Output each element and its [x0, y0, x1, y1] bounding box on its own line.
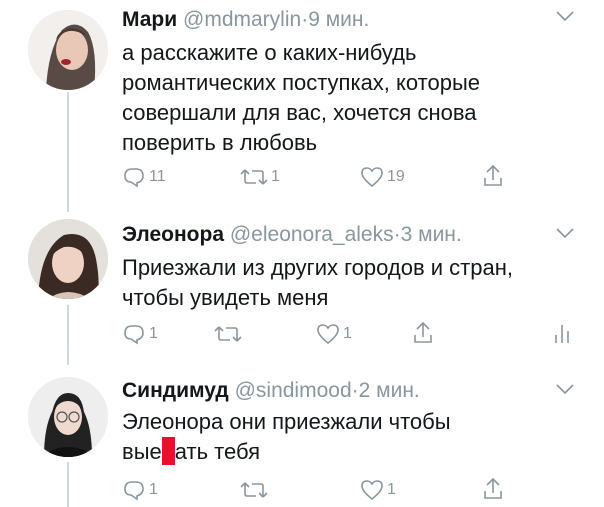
chevron-down-icon[interactable] [554, 8, 576, 24]
tweet-text-line: Элеонора они приезжали чтобы [122, 409, 451, 434]
like-button[interactable]: 1 [316, 323, 352, 345]
reply-count: 1 [149, 481, 158, 498]
like-icon [361, 167, 383, 188]
share-icon [484, 477, 502, 499]
timestamp[interactable]: 3 мин. [401, 223, 462, 246]
tweet-text-line-redacted: вые ать тебя [122, 437, 260, 467]
like-icon [317, 324, 339, 345]
retweet-icon [240, 482, 268, 498]
reply-count: 1 [149, 325, 158, 342]
tweet-text-line: совершали для вас, хочется снова [122, 100, 477, 125]
tweet-header: Элеонора @eleonora_aleks·3 мин. [122, 223, 462, 247]
reply-icon [124, 481, 144, 501]
author-handle[interactable]: @sindimood [235, 379, 352, 402]
tweet-header: Синдимуд @sindimood·2 мин. [122, 379, 420, 403]
reply-button[interactable]: 1 [122, 323, 158, 345]
separator-dot: · [393, 223, 401, 246]
like-button[interactable]: 1 [360, 479, 396, 501]
share-button[interactable] [412, 321, 434, 345]
analytics-icon [555, 325, 569, 343]
reply-icon [124, 168, 144, 188]
text-after-redaction: ать тебя [174, 439, 260, 464]
timestamp[interactable]: 2 мин. [359, 379, 420, 402]
share-icon [484, 164, 502, 186]
chevron-down-icon[interactable] [554, 225, 576, 241]
tweet[interactable]: Синдимуд @sindimood·2 мин. Элеонора они … [0, 363, 604, 507]
tweet-text-line: а расскажите о каких-нибудь [122, 40, 417, 65]
share-icon [414, 321, 432, 343]
author-handle[interactable]: @eleonora_aleks [230, 223, 394, 246]
tweet[interactable]: Мари @mdmarylin·9 мин. а расскажите о ка… [0, 0, 604, 205]
tweet-text-line: романтических поступках, которые [122, 70, 480, 95]
avatar[interactable] [28, 219, 108, 299]
like-count: 1 [387, 481, 396, 498]
separator-dot: · [351, 379, 359, 402]
tweet[interactable]: Элеонора @eleonora_aleks·3 мин. Приезжал… [0, 205, 604, 363]
like-button[interactable]: 19 [360, 166, 405, 188]
tweet-text-line: поверить в любовь [122, 130, 318, 155]
analytics-button[interactable] [552, 321, 572, 345]
author-name[interactable]: Синдимуд [122, 379, 229, 402]
reply-icon [124, 325, 144, 345]
like-icon [361, 480, 383, 501]
share-button[interactable] [482, 164, 504, 188]
author-handle[interactable]: @mdmarylin [183, 8, 301, 31]
chevron-down-icon[interactable] [554, 381, 576, 397]
author-name[interactable]: Мари [122, 8, 177, 31]
retweet-count: 1 [271, 168, 280, 185]
retweet-button[interactable] [214, 323, 245, 345]
reply-button[interactable]: 11 [122, 166, 166, 188]
author-name[interactable]: Элеонора [122, 223, 224, 246]
like-count: 19 [387, 168, 405, 185]
share-button[interactable] [482, 477, 504, 501]
reply-button[interactable]: 1 [122, 479, 158, 501]
timestamp[interactable]: 9 мин. [308, 8, 369, 31]
tweet-text-line: чтобы увидеть меня [122, 285, 329, 310]
retweet-button[interactable]: 1 [240, 166, 280, 188]
retweet-button[interactable] [240, 479, 271, 501]
avatar[interactable] [28, 377, 108, 457]
like-count: 1 [343, 325, 352, 342]
tweet-text-line: Приезжали из других городов и стран, [122, 255, 513, 280]
retweet-icon [240, 169, 268, 185]
redaction-mark [161, 437, 175, 465]
retweet-icon [214, 326, 242, 342]
reply-count: 11 [149, 168, 166, 185]
text-before-redaction: вые [122, 439, 162, 464]
tweet-header: Мари @mdmarylin·9 мин. [122, 8, 369, 32]
avatar[interactable] [28, 10, 108, 90]
